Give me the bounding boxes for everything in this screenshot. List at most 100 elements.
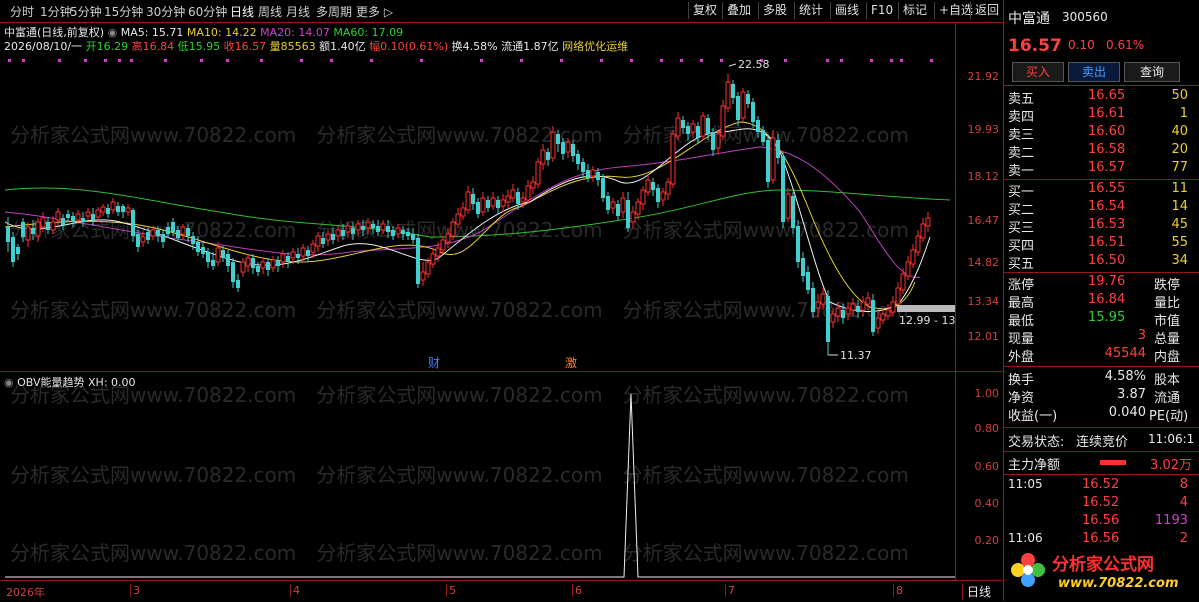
candle-body: [206, 252, 210, 262]
signal-dot: [330, 59, 333, 62]
restore-rights-button[interactable]: 复权: [688, 2, 721, 19]
period-multi[interactable]: 多周期: [316, 3, 352, 20]
period-weekly[interactable]: 周线: [258, 3, 282, 20]
candle-body: [530, 181, 536, 189]
bid-price: 16.54: [1088, 199, 1126, 214]
sell-button[interactable]: 卖出: [1068, 62, 1120, 82]
watermark: 分析家公式网www.70822.com 分析家公式网www.70822.com …: [10, 383, 909, 407]
buy-button[interactable]: 买入: [1012, 62, 1064, 82]
candle-body: [215, 247, 221, 263]
stat-label: 跌停: [1154, 278, 1181, 293]
ask-row[interactable]: 卖三 16.60 40: [1004, 124, 1199, 143]
candle-body: [240, 261, 246, 273]
overlay-button[interactable]: 叠加: [722, 2, 755, 19]
period-intraday[interactable]: 分时: [10, 3, 34, 20]
f10-button[interactable]: F10: [866, 2, 897, 19]
stat-value: 3.87: [1117, 387, 1146, 402]
tick-price: 16.56: [1082, 513, 1120, 528]
period-15min[interactable]: 15分钟: [104, 3, 143, 20]
stock-name: 中富通: [1008, 11, 1050, 27]
bid-volume: 34: [1171, 253, 1188, 268]
query-button[interactable]: 查询: [1124, 62, 1180, 82]
bid-price: 16.50: [1088, 253, 1126, 268]
stat-row: 净资 3.87 流通: [1004, 387, 1199, 406]
x-tick: 2026年: [6, 586, 45, 599]
candle-body: [85, 211, 91, 217]
candle-body: [251, 258, 255, 268]
candle-body: [136, 234, 140, 247]
candle-body: [171, 222, 175, 232]
period-daily[interactable]: 日线: [230, 3, 254, 20]
stat-value: 16.84: [1088, 292, 1126, 307]
price-axis: 21.92 19.93 18.12 16.47 14.82 13.34 12.0…: [955, 22, 1003, 371]
back-button[interactable]: 返回: [970, 2, 1003, 19]
stat-row: 收益(一) 0.040 PE(动): [1004, 405, 1199, 424]
candle-body: [535, 161, 541, 185]
ask-price: 16.57: [1088, 160, 1126, 175]
candle-body: [420, 271, 426, 281]
price-tick: 12.01: [967, 330, 1000, 343]
ask-row[interactable]: 卖四 16.61 1: [1004, 106, 1199, 125]
candle-body: [61, 218, 65, 225]
ask-row[interactable]: 卖五 16.65 50: [1004, 88, 1199, 107]
mark-button[interactable]: 标记: [898, 2, 931, 19]
event-finance-icon[interactable]: 财: [428, 356, 440, 370]
candle-body: [905, 261, 911, 277]
ask-row[interactable]: 卖二 16.58 20: [1004, 142, 1199, 161]
separator: [1004, 427, 1199, 428]
draw-line-button[interactable]: 画线: [830, 2, 863, 19]
price-tick: 16.47: [967, 214, 1000, 227]
bid-row[interactable]: 买五 16.50 34: [1004, 253, 1199, 272]
period-30min[interactable]: 30分钟: [146, 3, 185, 20]
candle-body: [386, 226, 390, 232]
range-band: [897, 305, 955, 312]
candle-body: [221, 250, 225, 258]
signal-dot: [826, 59, 829, 62]
main-flow-value: 3.02万: [1150, 458, 1192, 473]
candle-body: [601, 178, 605, 198]
candle-body: [900, 273, 906, 291]
candle-body: [651, 182, 655, 190]
bid-label: 买四: [1008, 239, 1035, 254]
candle-body: [25, 226, 31, 241]
period-monthly[interactable]: 月线: [286, 3, 310, 20]
candle-body: [361, 226, 365, 230]
period-more[interactable]: 更多 ▷: [356, 3, 393, 20]
watermark: 分析家公式网www.70822.com 分析家公式网www.70822.com …: [10, 463, 909, 487]
candle-body: [66, 214, 70, 218]
ask-volume: 20: [1171, 142, 1188, 157]
candle-body: [211, 260, 215, 266]
ask-label: 卖四: [1008, 110, 1035, 125]
candle-body: [306, 250, 310, 256]
multi-stock-button[interactable]: 多股: [758, 2, 791, 19]
period-1min[interactable]: 1分钟: [40, 3, 72, 20]
bid-row[interactable]: 买三 16.53 45: [1004, 217, 1199, 236]
signal-dot: [300, 59, 303, 62]
indicator-panel[interactable]: ◉ OBV能量趋势 XH: 0.00 1.00 0.80 0.60 0.40 0…: [0, 372, 1003, 580]
stat-label: 净资: [1008, 391, 1035, 406]
candle-body: [476, 202, 480, 214]
kline-panel[interactable]: 中富通(日线,前复权) ◉ MA5: 15.71 MA10: 14.22 MA2…: [0, 22, 1003, 371]
bid-row[interactable]: 买四 16.51 55: [1004, 235, 1199, 254]
tick-volume: 4: [1179, 495, 1188, 510]
statistics-button[interactable]: 统计: [794, 2, 827, 19]
signal-dot: [870, 59, 873, 62]
bid-volume: 11: [1171, 181, 1188, 196]
candle-body: [351, 228, 355, 234]
candle-body: [736, 96, 740, 120]
bid-row[interactable]: 买二 16.54 14: [1004, 199, 1199, 218]
flower-logo-icon: [1011, 553, 1045, 587]
trade-time: 11:06:1: [1148, 432, 1195, 446]
candle-body: [191, 236, 195, 244]
kline-chart[interactable]: 分析家公式网www.70822.com 分析家公式网www.70822.com …: [0, 22, 955, 371]
candle-body: [841, 310, 845, 318]
ask-row[interactable]: 卖一 16.57 77: [1004, 160, 1199, 179]
bid-row[interactable]: 买一 16.55 11: [1004, 181, 1199, 200]
event-incentive-icon[interactable]: 激: [565, 356, 577, 370]
period-5min[interactable]: 5分钟: [70, 3, 102, 20]
period-60min[interactable]: 60分钟: [188, 3, 227, 20]
candle-body: [546, 152, 550, 160]
candle-body: [581, 162, 585, 172]
site-logo: 分析家公式网 www.70822.com: [1008, 548, 1198, 598]
x-tick: 4: [290, 584, 300, 597]
